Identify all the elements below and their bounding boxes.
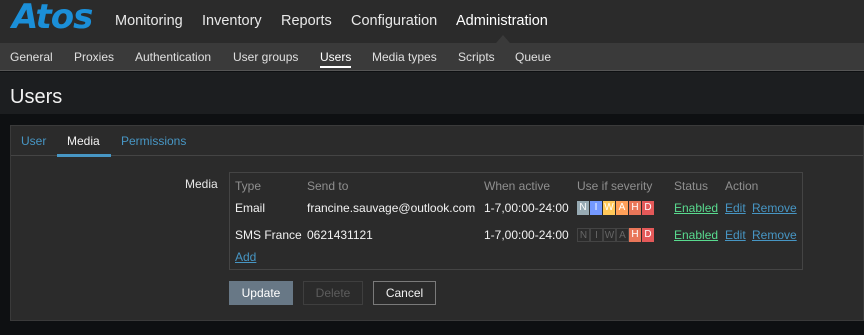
subnav-general[interactable]: General	[10, 50, 53, 64]
nav-reports[interactable]: Reports	[281, 13, 332, 29]
tab-permissions[interactable]: Permissions	[121, 134, 186, 148]
subnav-authentication[interactable]: Authentication	[135, 50, 211, 64]
row1-send-to: francine.sauvage@outlook.com	[307, 201, 476, 215]
severity-a: A	[616, 201, 629, 215]
severity-w: W	[603, 201, 616, 215]
row2-type: SMS France	[235, 228, 302, 242]
severity-n: N	[577, 228, 590, 242]
severity-d: D	[642, 228, 655, 242]
media-field-label: Media	[185, 177, 218, 191]
tab-bar: User Media Permissions	[11, 126, 863, 157]
severity-w: W	[603, 228, 616, 242]
row2-send-to: 0621431121	[307, 228, 373, 242]
row2-status-toggle[interactable]: Enabled	[674, 228, 718, 242]
col-header-action: Action	[725, 179, 759, 193]
top-navigation: Atos Monitoring Inventory Reports Config…	[0, 0, 864, 43]
add-media-link[interactable]: Add	[235, 250, 256, 264]
nav-inventory[interactable]: Inventory	[202, 13, 262, 29]
row2-when-active: 1-7,00:00-24:00	[484, 228, 569, 242]
row1-severity-indicator: NIWAHD	[577, 201, 655, 215]
subnav-proxies[interactable]: Proxies	[74, 50, 114, 64]
col-header-when-active: When active	[484, 179, 551, 193]
cancel-button[interactable]: Cancel	[373, 281, 436, 305]
tab-media[interactable]: Media	[67, 134, 100, 148]
update-button[interactable]: Update	[229, 281, 293, 305]
row1-when-active: 1-7,00:00-24:00	[484, 201, 569, 215]
severity-a: A	[616, 228, 629, 242]
row1-edit-link[interactable]: Edit	[725, 201, 746, 215]
nav-configuration[interactable]: Configuration	[351, 13, 437, 29]
col-header-status: Status	[674, 179, 709, 193]
col-header-severity: Use if severity	[577, 179, 653, 193]
row2-severity-indicator: NIWAHD	[577, 228, 655, 242]
active-tab-indicator	[57, 154, 111, 157]
severity-i: I	[590, 201, 603, 215]
row2-remove-link[interactable]: Remove	[752, 228, 797, 242]
tab-user[interactable]: User	[21, 134, 46, 148]
subnav-users[interactable]: Users	[320, 50, 352, 68]
sub-navigation: General Proxies Authentication User grou…	[0, 43, 864, 71]
subnav-user-groups[interactable]: User groups	[233, 50, 298, 64]
severity-i: I	[590, 228, 603, 242]
nav-monitoring[interactable]: Monitoring	[115, 13, 183, 29]
severity-n: N	[577, 201, 590, 215]
atos-logo[interactable]: Atos	[12, 0, 93, 37]
subnav-queue[interactable]: Queue	[515, 50, 551, 64]
severity-d: D	[642, 201, 655, 215]
nav-administration[interactable]: Administration	[456, 13, 548, 29]
severity-h: H	[629, 201, 642, 215]
row1-remove-link[interactable]: Remove	[752, 201, 797, 215]
row2-edit-link[interactable]: Edit	[725, 228, 746, 242]
row1-status-toggle[interactable]: Enabled	[674, 201, 718, 215]
col-header-type: Type	[235, 179, 262, 193]
subnav-media-types[interactable]: Media types	[372, 50, 437, 64]
col-header-send-to: Send to	[307, 179, 349, 193]
subnav-scripts[interactable]: Scripts	[458, 50, 495, 64]
page-header	[0, 72, 864, 114]
delete-button[interactable]: Delete	[303, 281, 363, 305]
active-nav-caret	[496, 35, 510, 43]
severity-h: H	[629, 228, 642, 242]
page-title: Users	[10, 86, 63, 108]
row1-type: Email	[235, 201, 266, 215]
